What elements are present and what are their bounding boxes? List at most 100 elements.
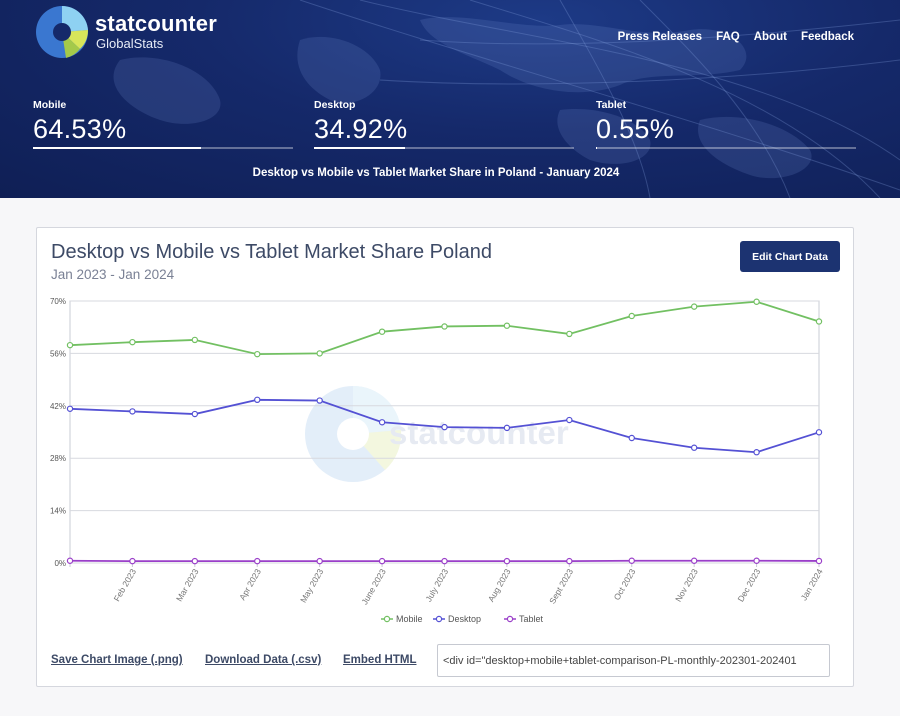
data-point-tablet[interactable] [503, 557, 511, 565]
data-point-tablet[interactable] [566, 557, 573, 565]
chart-title: Desktop vs Mobile vs Tablet Market Share… [51, 241, 492, 263]
x-tick-label: Nov 2023 [673, 567, 700, 604]
data-point-desktop[interactable] [503, 424, 511, 432]
stat-tablet-bar [596, 147, 856, 149]
data-point-tablet[interactable] [378, 557, 386, 565]
x-tick-label: Jan 2024 [799, 567, 825, 603]
stat-desktop-label: Desktop [314, 99, 356, 111]
nav-faq[interactable]: FAQ [716, 31, 740, 43]
stat-desktop-bar [314, 147, 574, 149]
stat-tablet: Tablet 0.55% [596, 99, 856, 149]
data-point-mobile[interactable] [254, 350, 261, 358]
legend-marker [435, 615, 443, 623]
y-tick-label: 14% [50, 507, 66, 516]
nav-press-releases[interactable]: Press Releases [618, 31, 702, 43]
x-tick-label: Oct 2023 [612, 567, 638, 602]
y-tick-label: 56% [50, 349, 66, 358]
edit-chart-data-button[interactable]: Edit Chart Data [740, 241, 840, 272]
nav-feedback[interactable]: Feedback [801, 31, 854, 43]
data-point-tablet[interactable] [66, 557, 74, 564]
brand-name: statcounter [95, 11, 217, 36]
y-tick-label: 28% [50, 454, 66, 463]
statcounter-watermark: statcounter [305, 385, 569, 482]
stat-mobile: Mobile 64.53% [33, 99, 293, 149]
data-point-mobile[interactable] [378, 328, 386, 335]
data-point-desktop[interactable] [191, 410, 199, 418]
data-point-mobile[interactable] [129, 338, 136, 346]
stat-mobile-bar [33, 147, 293, 149]
embed-code-input[interactable] [437, 644, 830, 677]
brand-subtitle: GlobalStats [96, 36, 164, 51]
legend-item-desktop[interactable]: Desktop [433, 614, 481, 624]
data-point-desktop[interactable] [566, 416, 573, 424]
stat-tablet-value: 0.55% [596, 114, 675, 144]
x-tick-label: July 2023 [423, 567, 450, 604]
x-tick-label: Sept 2023 [547, 567, 575, 606]
watermark-logo-hole [337, 418, 369, 450]
statcounter-logo-icon [36, 5, 89, 58]
legend-label: Tablet [519, 614, 544, 624]
data-point-desktop[interactable] [753, 449, 760, 456]
data-point-desktop[interactable] [378, 419, 386, 426]
data-point-tablet[interactable] [628, 557, 635, 564]
data-point-tablet[interactable] [316, 557, 323, 565]
header-title: Desktop vs Mobile vs Tablet Market Share… [252, 167, 620, 179]
chart-footer: Save Chart Image (.png) Download Data (.… [51, 644, 841, 678]
data-point-tablet[interactable] [254, 557, 261, 565]
nav-about[interactable]: About [754, 31, 787, 43]
embed-html-link[interactable]: Embed HTML [343, 654, 416, 666]
data-point-tablet[interactable] [690, 557, 698, 564]
y-axis: 0% 14% 28% 42% 56% 70% [50, 297, 66, 568]
data-point-tablet[interactable] [753, 557, 760, 564]
legend-item-mobile[interactable]: Mobile [381, 614, 423, 624]
data-point-desktop[interactable] [66, 405, 74, 412]
data-point-mobile[interactable] [628, 312, 635, 320]
data-point-desktop[interactable] [815, 429, 823, 436]
stat-mobile-bar-fill [33, 147, 201, 149]
data-point-mobile[interactable] [690, 303, 698, 310]
data-point-mobile[interactable] [503, 322, 511, 329]
data-point-tablet[interactable] [129, 557, 136, 565]
y-tick-label: 42% [50, 402, 66, 411]
data-point-mobile[interactable] [815, 318, 823, 325]
top-nav: Press Releases FAQ About Feedback [618, 31, 854, 43]
data-point-desktop[interactable] [129, 408, 136, 415]
chart-subtitle: Jan 2023 - Jan 2024 [51, 267, 175, 282]
y-tick-label: 70% [50, 297, 66, 306]
header-banner: statcounter GlobalStats Press Releases F… [0, 0, 900, 198]
data-point-mobile[interactable] [191, 336, 199, 344]
x-tick-label: May 2023 [298, 567, 325, 605]
watermark-text: statcounter [389, 414, 569, 451]
stat-mobile-value: 64.53% [33, 114, 127, 144]
legend-item-tablet[interactable]: Tablet [504, 614, 544, 624]
x-axis: Feb 2023 Mar 2023 Apr 2023 May 2023 June 202… [69, 563, 825, 607]
stat-desktop-value: 34.92% [314, 114, 408, 144]
legend-label: Mobile [396, 614, 423, 624]
data-point-tablet[interactable] [191, 557, 199, 565]
stat-desktop-bar-fill [314, 147, 405, 149]
download-data-link[interactable]: Download Data (.csv) [205, 654, 321, 666]
data-point-mobile[interactable] [566, 330, 573, 338]
data-point-mobile[interactable] [753, 298, 760, 305]
data-point-tablet[interactable] [815, 557, 823, 565]
stat-desktop: Desktop 34.92% [314, 99, 574, 149]
stat-tablet-label: Tablet [596, 99, 627, 111]
data-point-desktop[interactable] [441, 423, 448, 431]
data-point-mobile[interactable] [441, 323, 448, 330]
x-tick-label: June 2023 [359, 567, 388, 607]
data-point-desktop[interactable] [690, 444, 698, 451]
data-point-desktop[interactable] [628, 434, 635, 442]
data-point-mobile[interactable] [66, 341, 74, 349]
data-point-desktop[interactable] [316, 397, 323, 404]
y-tick-label: 0% [54, 559, 66, 568]
data-point-mobile[interactable] [316, 350, 323, 357]
data-point-desktop[interactable] [254, 396, 261, 404]
x-tick-label: Mar 2023 [174, 567, 201, 603]
chart-legend: Mobile Desktop Tablet [381, 614, 544, 624]
legend-marker [506, 615, 514, 623]
legend-label: Desktop [448, 614, 481, 624]
line-chart: statcounter 0% 14% 28% 42% 56% 70% Feb 2023 Ma… [50, 297, 825, 624]
statcounter-logo[interactable]: statcounter GlobalStats [36, 4, 266, 60]
data-point-tablet[interactable] [441, 557, 448, 565]
save-chart-image-link[interactable]: Save Chart Image (.png) [51, 654, 183, 666]
